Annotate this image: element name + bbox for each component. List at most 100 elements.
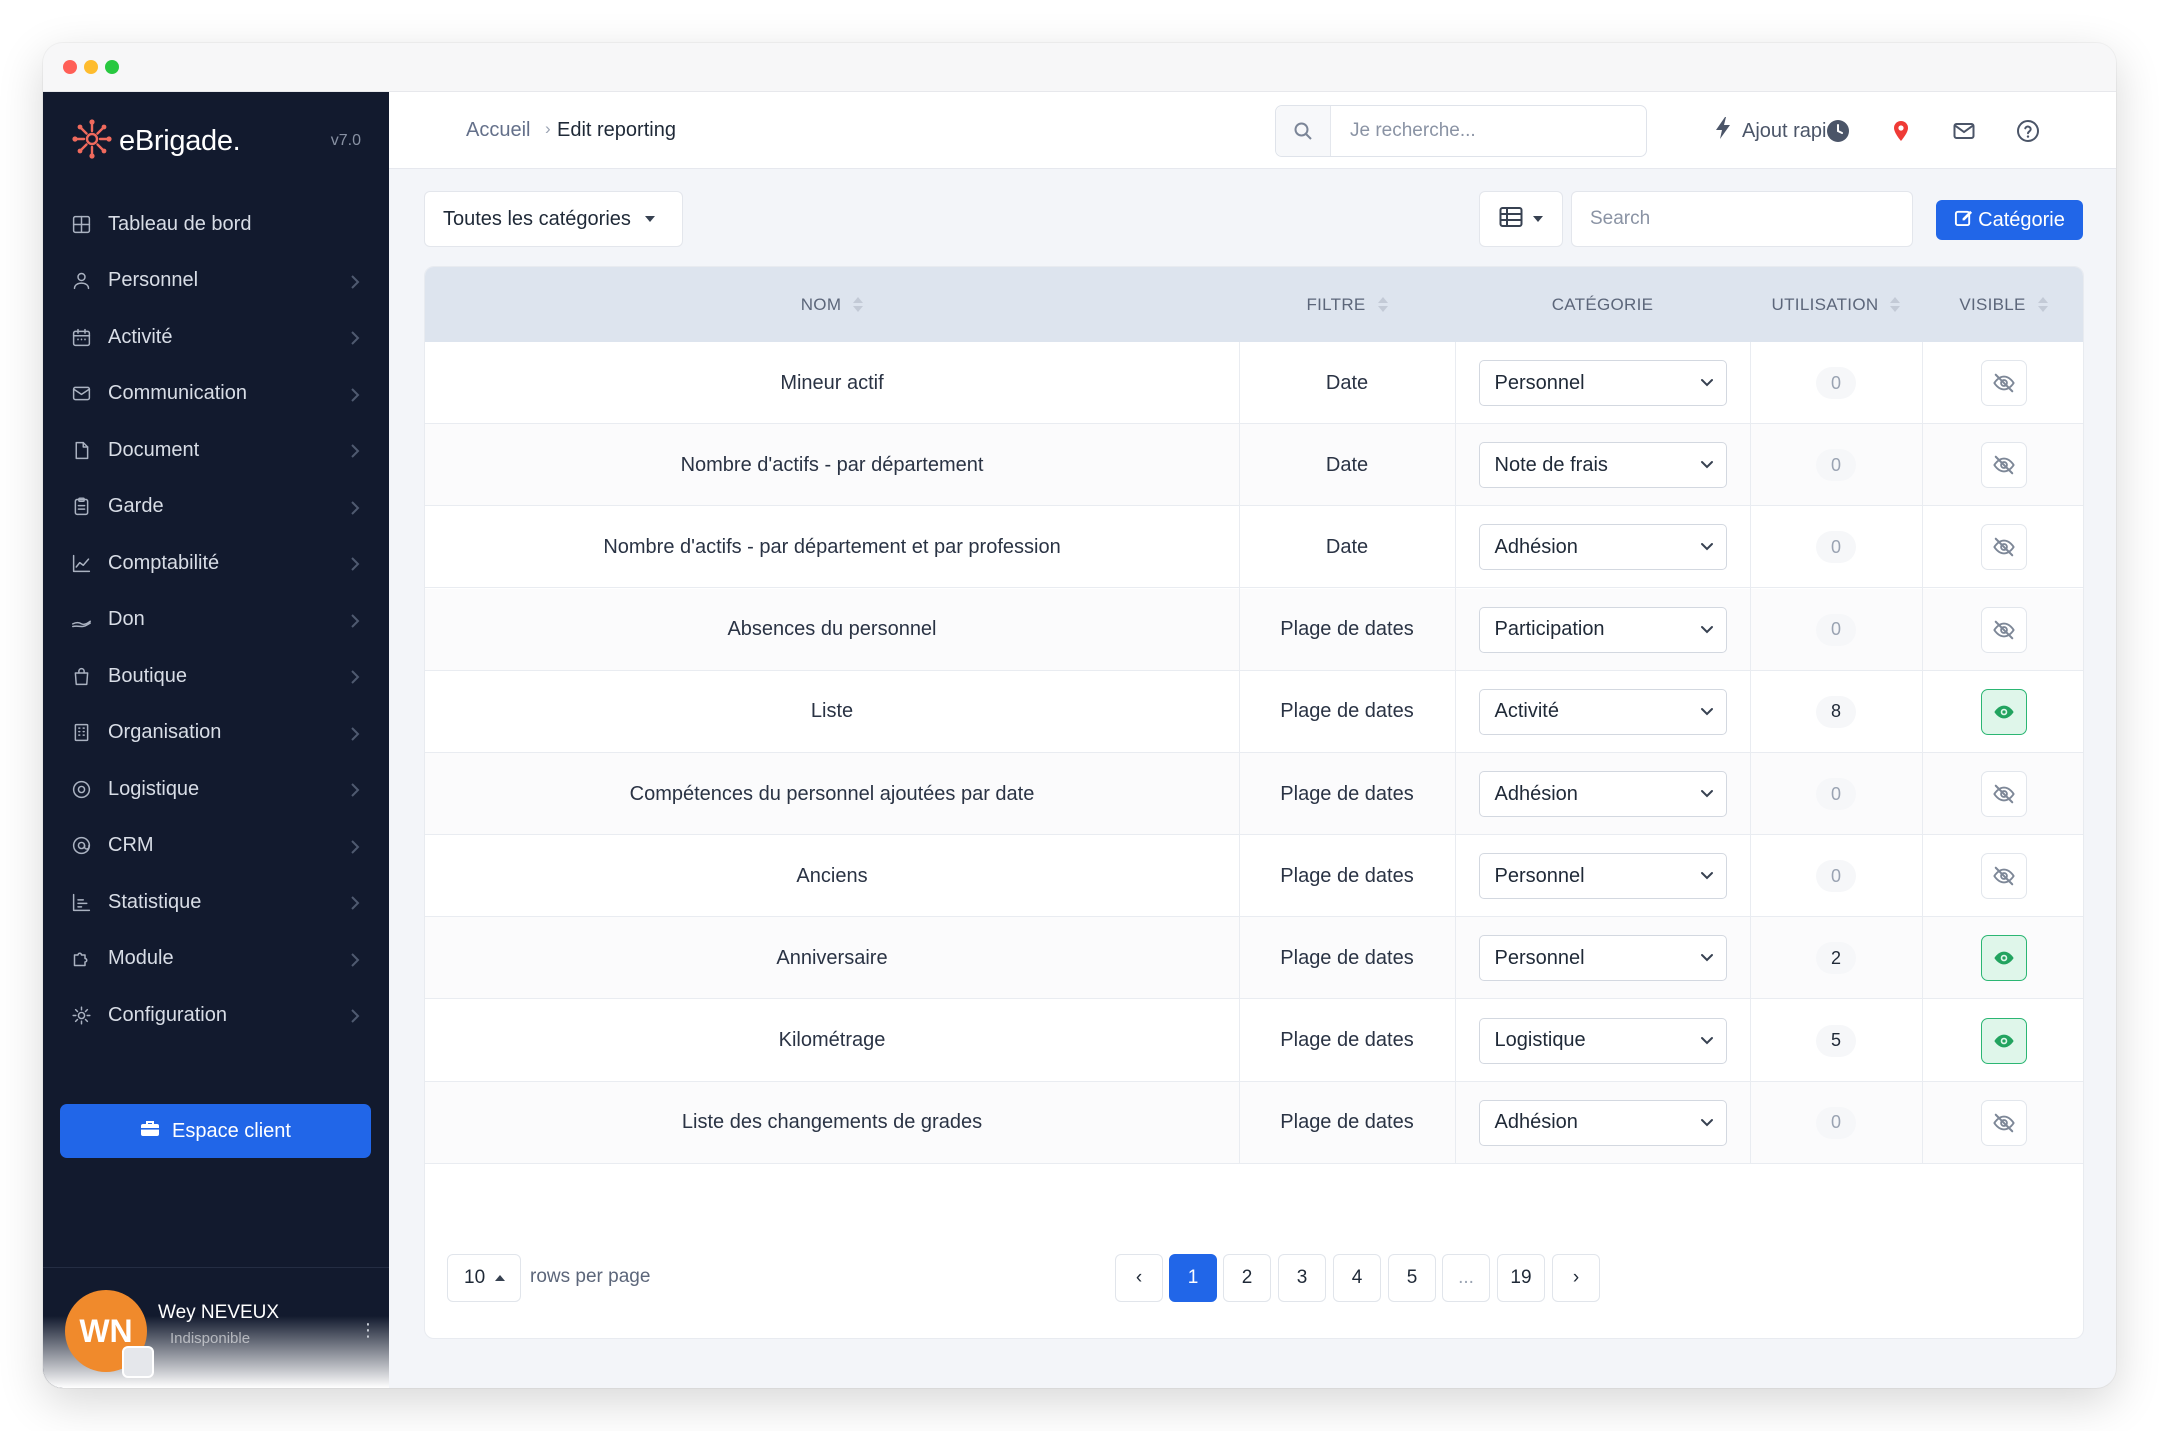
visibility-toggle-button[interactable] [1980, 771, 2027, 817]
chevron-right-icon [349, 668, 361, 684]
eye-slash-icon [1992, 536, 2015, 558]
puzzle-icon [70, 948, 92, 970]
sidebar-item-comptabilite[interactable]: Comptabilité [43, 535, 389, 592]
sort-icon [1377, 297, 1388, 312]
global-search-input[interactable] [1350, 118, 1630, 144]
rows-per-page-select[interactable]: 10 [447, 1254, 521, 1302]
sidebar-item-label: Logistique [108, 777, 200, 800]
visibility-toggle-button[interactable] [1980, 524, 2027, 571]
pagination-page-19[interactable]: 19 [1497, 1254, 1545, 1302]
sidebar-item-don[interactable]: Don [43, 592, 389, 649]
at-icon [70, 835, 92, 857]
clock-icon[interactable] [1826, 119, 1850, 143]
sidebar-item-crm[interactable]: CRM [43, 818, 389, 875]
sidebar-item-personnel[interactable]: Personnel [43, 253, 389, 310]
visibility-toggle-button[interactable] [1980, 442, 2027, 489]
column-header-label: NOM [800, 294, 842, 314]
brand-logo[interactable]: eBrigade. [71, 118, 241, 162]
espace-client-label: Espace client [172, 1119, 291, 1142]
view-toggle-button[interactable] [1479, 191, 1563, 247]
pagination-page-2[interactable]: 2 [1223, 1254, 1271, 1302]
list-view-icon [1499, 206, 1533, 233]
mail-icon[interactable] [1952, 119, 1976, 143]
column-header-label: FILTRE [1306, 294, 1366, 314]
chevron-right-icon [349, 499, 361, 515]
category-select[interactable]: Adhésion [1478, 771, 1727, 817]
category-select[interactable]: Activité [1478, 688, 1727, 735]
category-cell: Participation [1455, 589, 1750, 671]
sidebar-item-boutique[interactable]: Boutique [43, 648, 389, 705]
sidebar-item-label: Don [108, 608, 145, 631]
column-header-visible[interactable]: VISIBLE [1922, 267, 2083, 342]
category-select[interactable]: Adhésion [1478, 524, 1727, 571]
sidebar-item-tableau-de-bord[interactable]: Tableau de bord [43, 196, 389, 253]
table-search-input[interactable] [1571, 191, 1913, 247]
visible-cell [1922, 589, 2083, 671]
window-close-button[interactable] [63, 60, 77, 74]
report-filter: Date [1325, 535, 1369, 558]
visibility-toggle-button[interactable] [1980, 853, 2027, 900]
report-name: Absences du personnel [727, 618, 937, 641]
help-icon[interactable] [2016, 119, 2040, 143]
visibility-toggle-button[interactable] [1980, 688, 2027, 735]
sort-icon [1890, 297, 1901, 312]
dashboard-icon [70, 213, 92, 235]
column-header-utilisation[interactable]: UTILISATION [1750, 267, 1922, 342]
category-cell: Personnel [1455, 342, 1750, 424]
calendar-icon [70, 326, 92, 348]
column-header-nom[interactable]: NOM [425, 267, 1239, 342]
pagination-page-4[interactable]: 4 [1333, 1254, 1381, 1302]
column-header-filtre[interactable]: FILTRE [1239, 267, 1455, 342]
pagination-prev-button[interactable]: ‹ [1115, 1254, 1163, 1302]
sidebar-item-module[interactable]: Module [43, 931, 389, 988]
chevron-right-icon [349, 781, 361, 797]
kebab-menu-icon[interactable]: ⋮ [359, 1320, 377, 1341]
category-select[interactable]: Participation [1478, 606, 1727, 653]
category-filter-label: Toutes les catégories [443, 207, 631, 230]
location-pin-icon[interactable] [1889, 119, 1913, 143]
visibility-toggle-button[interactable] [1980, 1099, 2027, 1146]
eye-slash-icon [1992, 372, 2015, 394]
search-icon[interactable] [1276, 106, 1331, 156]
pagination-page-1[interactable]: 1 [1169, 1254, 1217, 1302]
lightning-icon [1713, 116, 1742, 146]
espace-client-button[interactable]: Espace client [60, 1104, 371, 1158]
sidebar-item-document[interactable]: Document [43, 422, 389, 479]
window-minimize-button[interactable] [84, 60, 98, 74]
category-select[interactable]: Adhésion [1478, 1099, 1727, 1146]
visibility-toggle-button[interactable] [1980, 1017, 2027, 1064]
category-select[interactable]: Personnel [1478, 853, 1727, 900]
sidebar-item-organisation[interactable]: Organisation [43, 705, 389, 762]
pagination-next-button[interactable]: › [1552, 1254, 1600, 1302]
sidebar-item-logistique[interactable]: Logistique [43, 761, 389, 818]
report-name: Nombre d'actifs - par département [680, 453, 984, 476]
eye-slash-icon [1992, 1112, 2015, 1134]
sidebar-item-activite[interactable]: Activité [43, 309, 389, 366]
breadcrumb-home[interactable]: Accueil [466, 119, 530, 142]
category-select[interactable]: Logistique [1478, 1017, 1727, 1064]
category-select[interactable]: Personnel [1478, 935, 1727, 982]
sidebar-item-statistique[interactable]: Statistique [43, 874, 389, 931]
visibility-toggle-button[interactable] [1980, 606, 2027, 653]
visibility-toggle-button[interactable] [1980, 935, 2027, 982]
sidebar-item-garde[interactable]: Garde [43, 479, 389, 536]
category-cell: Personnel [1455, 835, 1750, 917]
rows-per-page-label: rows per page [530, 1266, 651, 1287]
sidebar-item-label: Garde [108, 495, 164, 518]
visibility-toggle-button[interactable] [1980, 360, 2027, 406]
sidebar-nav: Tableau de bord Personnel Activité Commu… [43, 196, 389, 1044]
table-row: Anniversaire Plage de dates Personnel 2 [425, 917, 2083, 1000]
sidebar-item-communication[interactable]: Communication [43, 366, 389, 423]
briefcase-icon [140, 1119, 172, 1143]
pagination-page-5[interactable]: 5 [1388, 1254, 1436, 1302]
category-select[interactable]: Personnel [1478, 360, 1727, 406]
sidebar-item-configuration[interactable]: Configuration [43, 987, 389, 1044]
category-filter-dropdown[interactable]: Toutes les catégories [424, 191, 683, 247]
category-select[interactable]: Note de frais [1478, 442, 1727, 489]
report-filter: Date [1325, 371, 1369, 394]
pagination-page-3[interactable]: 3 [1278, 1254, 1326, 1302]
report-name: Liste [810, 700, 854, 723]
usage-count-badge: 0 [1816, 367, 1856, 399]
add-category-button[interactable]: Catégorie [1936, 200, 2083, 240]
window-zoom-button[interactable] [105, 60, 119, 74]
